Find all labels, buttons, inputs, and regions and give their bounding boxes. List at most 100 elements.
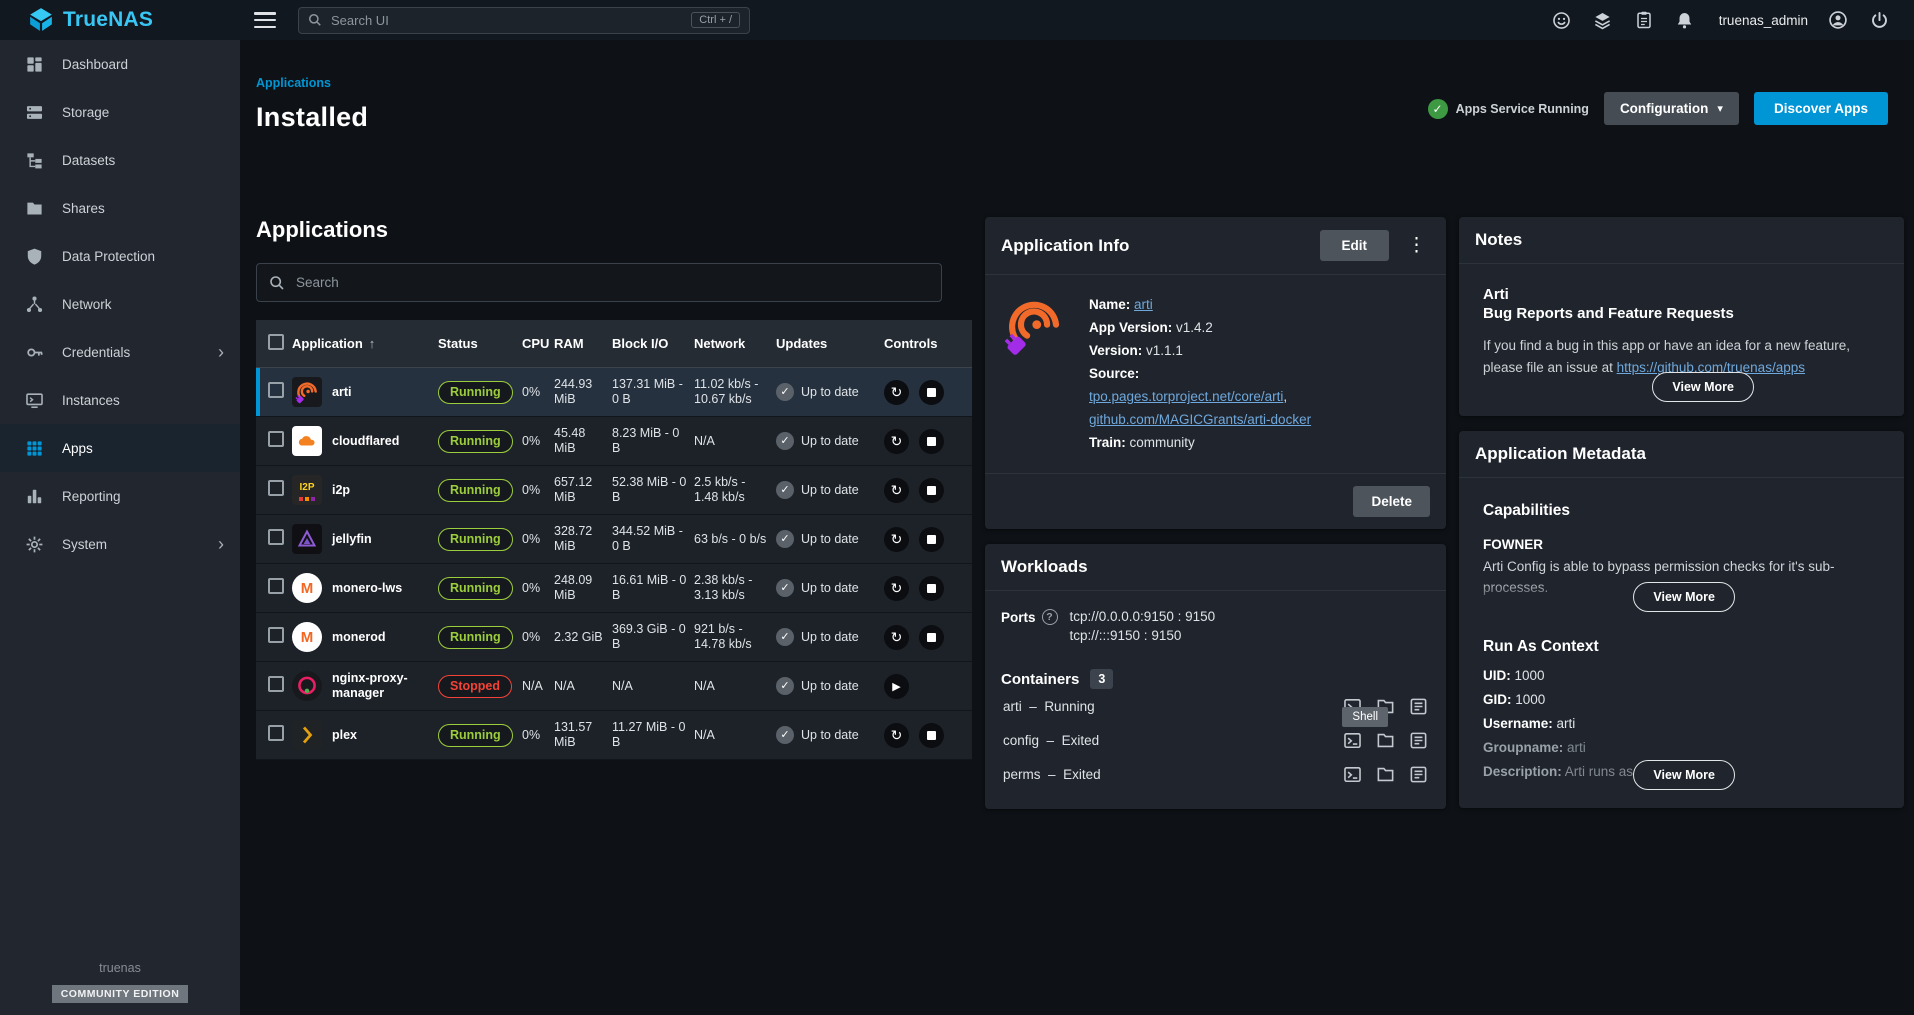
stop-button[interactable] <box>919 527 944 552</box>
user-account-icon[interactable] <box>1827 9 1849 31</box>
table-row-cloudflared[interactable]: cloudflared Running 0% 45.48 MiB 8.23 Mi… <box>256 417 972 466</box>
container-shell-button[interactable] <box>1342 730 1362 750</box>
sidebar-item-storage[interactable]: Storage <box>0 88 240 136</box>
restart-button[interactable]: ↻ <box>884 625 909 650</box>
gid-label: GID: <box>1483 692 1512 707</box>
cpu-value: 0% <box>522 385 554 400</box>
sidebar-item-reporting[interactable]: Reporting <box>0 472 240 520</box>
container-logs-button[interactable] <box>1408 764 1428 784</box>
ram-value: 248.09 MiB <box>554 573 612 603</box>
jobs-layers-icon[interactable] <box>1592 9 1614 31</box>
updates-value: Up to date <box>801 630 859 645</box>
stop-button[interactable] <box>919 478 944 503</box>
apps-search-input[interactable] <box>296 275 929 290</box>
restart-button[interactable]: ↻ <box>884 527 909 552</box>
row-checkbox[interactable] <box>268 382 284 398</box>
row-checkbox[interactable] <box>268 529 284 545</box>
notifications-bell-icon[interactable] <box>1674 9 1696 31</box>
sidebar-item-datasets[interactable]: Datasets <box>0 136 240 184</box>
app-name: i2p <box>332 483 350 498</box>
monerod-app-icon: M <box>292 622 322 652</box>
block-io-value: 137.31 MiB - 0 B <box>612 377 694 407</box>
column-network[interactable]: Network <box>694 336 776 351</box>
sidebar-item-network[interactable]: Network <box>0 280 240 328</box>
container-shell-button[interactable] <box>1342 764 1362 784</box>
sidebar-item-shares[interactable]: Shares <box>0 184 240 232</box>
restart-button[interactable]: ↻ <box>884 576 909 601</box>
table-row-nginx-proxy-manager[interactable]: nginx-proxy-manager Stopped N/A N/A N/A … <box>256 662 972 711</box>
edit-button[interactable]: Edit <box>1320 230 1390 261</box>
table-row-jellyfin[interactable]: jellyfin Running 0% 328.72 MiB 344.52 Mi… <box>256 515 972 564</box>
start-button[interactable]: ▶ <box>884 674 909 699</box>
app-name-link[interactable]: arti <box>1134 297 1153 312</box>
column-updates[interactable]: Updates <box>776 336 884 351</box>
sidebar-item-dashboard[interactable]: Dashboard <box>0 40 240 88</box>
restart-button[interactable]: ↻ <box>884 478 909 503</box>
updates-value: Up to date <box>801 679 859 694</box>
train-label: Train: <box>1089 435 1126 450</box>
column-ram[interactable]: RAM <box>554 336 612 351</box>
info-icon[interactable]: ? <box>1042 609 1058 625</box>
sidebar-item-label: Shares <box>62 201 105 216</box>
sidebar-item-apps[interactable]: Apps <box>0 424 240 472</box>
sidebar-item-system[interactable]: System › <box>0 520 240 568</box>
global-search-input[interactable] <box>331 13 682 28</box>
restart-button[interactable]: ↻ <box>884 380 909 405</box>
source-link-github[interactable]: github.com/MAGICGrants/arti-docker <box>1089 412 1311 427</box>
column-block-io[interactable]: Block I/O <box>612 336 694 351</box>
container-filesystem-button[interactable] <box>1375 730 1395 750</box>
stop-button[interactable] <box>919 625 944 650</box>
restart-button[interactable]: ↻ <box>884 429 909 454</box>
column-cpu[interactable]: CPU <box>522 336 554 351</box>
dash-separator: – <box>1047 733 1055 748</box>
stop-button[interactable] <box>919 723 944 748</box>
kebab-menu-icon[interactable]: ⋮ <box>1403 234 1430 257</box>
row-checkbox[interactable] <box>268 480 284 496</box>
stop-button[interactable] <box>919 429 944 454</box>
row-checkbox[interactable] <box>268 578 284 594</box>
row-checkbox[interactable] <box>268 431 284 447</box>
container-name: config <box>1003 733 1039 748</box>
table-row-monerod[interactable]: M monerod Running 0% 2.32 GiB 369.3 GiB … <box>256 613 972 662</box>
ram-value: 131.57 MiB <box>554 720 612 750</box>
capabilities-view-more-button[interactable]: View More <box>1633 582 1735 612</box>
sidebar-item-instances[interactable]: Instances <box>0 376 240 424</box>
checklist-icon[interactable] <box>1633 9 1655 31</box>
column-status[interactable]: Status <box>438 336 522 351</box>
row-checkbox[interactable] <box>268 725 284 741</box>
stop-button[interactable] <box>919 576 944 601</box>
discover-apps-button[interactable]: Discover Apps <box>1754 92 1888 125</box>
table-row-monero-lws[interactable]: M monero-lws Running 0% 248.09 MiB 16.61… <box>256 564 972 613</box>
applications-section-title: Applications <box>256 217 972 243</box>
restart-button[interactable]: ↻ <box>884 723 909 748</box>
source-link-torproject[interactable]: tpo.pages.torproject.net/core/arti <box>1089 389 1283 404</box>
sidebar-item-data-protection[interactable]: Data Protection <box>0 232 240 280</box>
table-row-arti[interactable]: arti Running 0% 244.93 MiB 137.31 MiB - … <box>256 368 972 417</box>
power-icon[interactable] <box>1868 9 1890 31</box>
menu-toggle-icon[interactable] <box>254 12 276 28</box>
select-all-checkbox[interactable] <box>268 334 284 350</box>
global-search[interactable]: Ctrl + / <box>298 7 750 34</box>
delete-button[interactable]: Delete <box>1353 486 1430 517</box>
container-filesystem-button[interactable] <box>1375 764 1395 784</box>
table-row-i2p[interactable]: I2P i2p Running 0% 657.12 MiB 52.38 MiB … <box>256 466 972 515</box>
container-row-perms: perms – Exited <box>1001 757 1430 791</box>
run-as-view-more-button[interactable]: View More <box>1633 760 1735 790</box>
search-icon <box>269 275 285 291</box>
notes-view-more-button[interactable]: View More <box>1652 372 1754 402</box>
container-logs-button[interactable] <box>1408 696 1428 716</box>
feedback-icon[interactable] <box>1551 9 1573 31</box>
truenas-logo[interactable]: TrueNAS <box>0 8 240 32</box>
configuration-button[interactable]: Configuration ▾ <box>1604 92 1739 125</box>
column-application[interactable]: Application↑ <box>292 336 438 351</box>
cpu-value: 0% <box>522 483 554 498</box>
row-checkbox[interactable] <box>268 676 284 692</box>
table-row-plex[interactable]: plex Running 0% 131.57 MiB 11.27 MiB - 0… <box>256 711 972 760</box>
sidebar-item-credentials[interactable]: Credentials › <box>0 328 240 376</box>
row-checkbox[interactable] <box>268 627 284 643</box>
up-to-date-check-icon: ✓ <box>776 530 794 548</box>
container-logs-button[interactable] <box>1408 730 1428 750</box>
breadcrumb[interactable]: Applications <box>256 76 331 90</box>
apps-search[interactable] <box>256 263 942 302</box>
stop-button[interactable] <box>919 380 944 405</box>
